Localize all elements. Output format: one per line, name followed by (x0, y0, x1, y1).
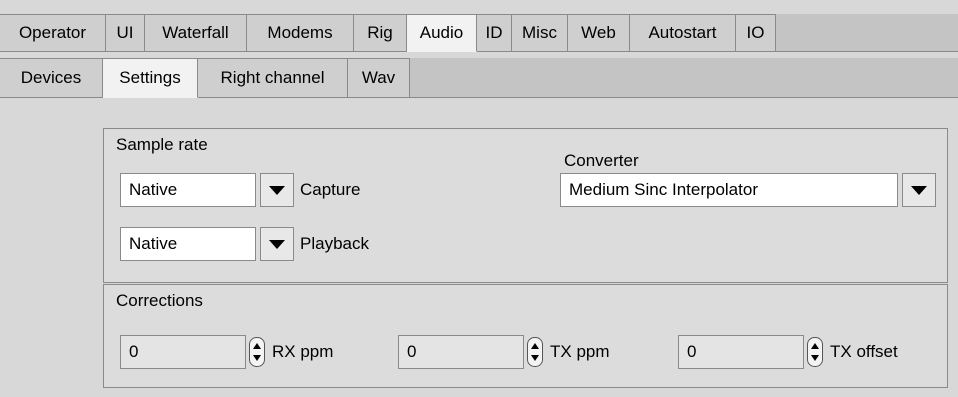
subtab-label: Devices (20, 68, 82, 87)
tab-io[interactable]: IO (736, 14, 776, 51)
subtab-right-channel[interactable]: Right channel (198, 58, 348, 97)
sample-rate-title: Sample rate (116, 135, 208, 154)
capture-rate-value: Native (120, 173, 256, 207)
rx-ppm-label: RX ppm (272, 342, 334, 361)
tab-label: Audio (419, 23, 464, 42)
tab-rig[interactable]: Rig (354, 14, 407, 51)
tx-offset-spinner[interactable]: 0 (678, 335, 824, 369)
chevron-down-icon (269, 185, 285, 195)
tab-waterfall[interactable]: Waterfall (145, 14, 247, 51)
rx-ppm-spinner[interactable]: 0 (120, 335, 266, 369)
tab-label: Operator (18, 23, 87, 42)
capture-label: Capture (300, 180, 361, 199)
main-tab-bar: Operator UI Waterfall Modems Rig Audio I… (0, 14, 958, 52)
converter-dropdown-button[interactable] (902, 173, 936, 207)
playback-rate-select[interactable]: Native (120, 227, 294, 261)
converter-label: Converter (564, 151, 639, 170)
tx-offset-label: TX offset (830, 342, 898, 361)
tx-ppm-value[interactable]: 0 (398, 335, 524, 369)
capture-rate-select[interactable]: Native (120, 173, 294, 207)
chevron-down-icon (269, 239, 285, 249)
subtab-label: Wav (361, 68, 396, 87)
spin-arrows-icon[interactable] (248, 335, 266, 369)
tab-label: Modems (267, 23, 333, 42)
tx-offset-value[interactable]: 0 (678, 335, 804, 369)
tab-autostart[interactable]: Autostart (630, 14, 736, 51)
rx-ppm-value[interactable]: 0 (120, 335, 246, 369)
sub-tab-bar: Devices Settings Right channel Wav (0, 58, 958, 98)
tab-label: Rig (367, 23, 393, 42)
subtab-wav[interactable]: Wav (348, 58, 410, 97)
tx-ppm-label: TX ppm (550, 342, 610, 361)
tab-label: Misc (522, 23, 557, 42)
tab-misc[interactable]: Misc (512, 14, 568, 51)
spin-arrows-icon[interactable] (526, 335, 544, 369)
tab-label: UI (116, 23, 134, 42)
settings-panel: Sample rate Native Capture Native Playba… (0, 98, 958, 397)
converter-select[interactable]: Medium Sinc Interpolator (560, 173, 936, 207)
subtab-settings[interactable]: Settings (103, 58, 198, 98)
tab-audio[interactable]: Audio (407, 14, 477, 52)
playback-rate-value: Native (120, 227, 256, 261)
capture-dropdown-button[interactable] (260, 173, 294, 207)
tab-label: Autostart (648, 23, 717, 42)
sample-rate-group: Sample rate Native Capture Native Playba… (103, 128, 948, 283)
tx-ppm-spinner[interactable]: 0 (398, 335, 544, 369)
tab-label: ID (485, 23, 503, 42)
playback-label: Playback (300, 234, 369, 253)
subtab-devices[interactable]: Devices (0, 58, 103, 97)
tab-operator[interactable]: Operator (0, 14, 106, 51)
playback-dropdown-button[interactable] (260, 227, 294, 261)
tab-ui[interactable]: UI (106, 14, 145, 51)
spin-arrows-icon[interactable] (806, 335, 824, 369)
subtab-label: Right channel (220, 68, 325, 87)
chevron-down-icon (911, 185, 927, 195)
tab-label: Web (581, 23, 616, 42)
tab-label: Waterfall (162, 23, 229, 42)
tab-modems[interactable]: Modems (247, 14, 354, 51)
corrections-group: Corrections 0 RX ppm 0 TX ppm 0 TX offse… (103, 284, 948, 388)
subtab-label: Settings (119, 68, 181, 87)
tab-label: IO (746, 23, 765, 42)
corrections-title: Corrections (116, 291, 203, 310)
converter-value: Medium Sinc Interpolator (560, 173, 898, 207)
tab-web[interactable]: Web (568, 14, 630, 51)
tab-id[interactable]: ID (477, 14, 512, 51)
